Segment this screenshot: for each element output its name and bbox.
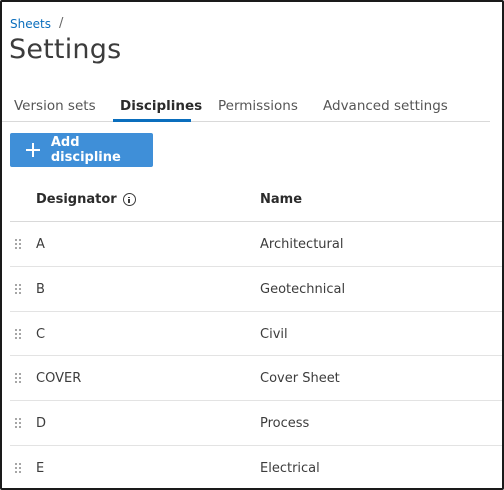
name-cell: Process: [260, 416, 310, 432]
breadcrumb: Sheets /: [10, 16, 63, 31]
plus-icon: [26, 143, 40, 157]
table-row[interactable]: E Electrical: [10, 446, 502, 488]
column-header-designator[interactable]: Designator: [36, 192, 136, 207]
page-title: Settings: [9, 34, 122, 65]
table-header: Designator Name: [10, 177, 502, 222]
name-cell: Geotechnical: [260, 281, 346, 297]
designator-cell: C: [36, 326, 46, 342]
name-cell: Civil: [260, 326, 288, 342]
name-cell: Cover Sheet: [260, 371, 340, 387]
table-row[interactable]: B Geotechnical: [10, 267, 502, 312]
column-header-name[interactable]: Name: [260, 192, 302, 207]
name-cell: Architectural: [260, 237, 344, 252]
designator-cell: A: [36, 237, 45, 252]
designator-cell: E: [36, 460, 45, 476]
tab-permissions[interactable]: Permissions: [218, 98, 298, 114]
tab-disciplines[interactable]: Disciplines: [120, 98, 202, 114]
name-cell: Electrical: [260, 460, 320, 476]
drag-handle-icon[interactable]: [15, 283, 22, 296]
drag-handle-icon[interactable]: [15, 418, 22, 430]
active-tab-indicator: [113, 119, 191, 122]
drag-handle-icon[interactable]: [15, 462, 22, 475]
table-row[interactable]: COVER Cover Sheet: [10, 356, 502, 402]
tab-advanced-settings[interactable]: Advanced settings: [323, 98, 448, 114]
settings-window: Sheets / Settings Version sets Disciplin…: [0, 0, 504, 490]
drag-handle-icon[interactable]: [15, 328, 22, 341]
add-discipline-button[interactable]: Add discipline: [10, 133, 153, 167]
table-row[interactable]: A Architectural: [10, 222, 502, 267]
tab-version-sets[interactable]: Version sets: [14, 98, 96, 114]
name-header-label: Name: [260, 192, 303, 207]
breadcrumb-sheets-link[interactable]: Sheets: [10, 17, 51, 31]
designator-cell: D: [36, 416, 47, 432]
table-row[interactable]: C Civil: [10, 312, 502, 357]
disciplines-table: Designator Name A Architectural B Geotec…: [10, 177, 502, 488]
table-row[interactable]: D Process: [10, 401, 502, 446]
designator-cell: B: [36, 281, 45, 297]
drag-handle-icon[interactable]: [15, 373, 22, 385]
info-icon[interactable]: [122, 193, 136, 206]
drag-handle-icon[interactable]: [15, 239, 22, 251]
designator-cell: COVER: [36, 371, 82, 387]
breadcrumb-separator: /: [58, 16, 64, 31]
tab-bar: Version sets Disciplines Permissions Adv…: [2, 90, 490, 122]
add-discipline-label: Add discipline: [50, 135, 121, 165]
designator-header-label: Designator: [36, 192, 117, 207]
